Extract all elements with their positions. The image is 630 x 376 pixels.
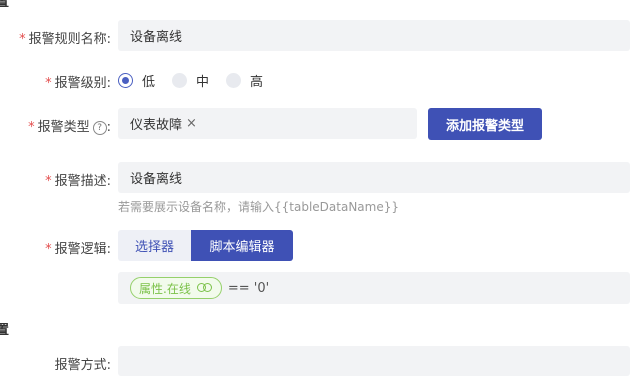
rule-name-input[interactable]: 设备离线 <box>118 20 630 51</box>
required-marker: * <box>45 76 52 91</box>
logic-mode-switch: 选择器 脚本编辑器 <box>118 230 293 261</box>
tag-close-icon[interactable]: × <box>186 116 197 131</box>
radio-checked-icon <box>118 73 133 88</box>
tab-script-editor[interactable]: 脚本编辑器 <box>191 230 293 261</box>
alarm-level-label: * 报警级别: <box>45 76 111 91</box>
alarm-type-label: * 报警类型?: <box>28 120 111 135</box>
level-radio-low[interactable]: 低 <box>118 71 155 90</box>
rule-name-label: * 报警规则名称: <box>19 32 111 47</box>
radio-unchecked-icon <box>226 73 241 88</box>
radio-unchecked-icon <box>172 73 187 88</box>
description-label: * 报警描述: <box>45 174 111 189</box>
level-radio-medium[interactable]: 中 <box>172 71 209 90</box>
expression-text: == '0' <box>227 280 270 296</box>
question-circle-icon[interactable]: ? <box>92 121 107 135</box>
required-marker: * <box>45 174 52 189</box>
alarm-method-input[interactable] <box>118 346 630 376</box>
add-alarm-type-button[interactable]: 添加报警类型 <box>428 108 542 140</box>
tab-selector[interactable]: 选择器 <box>118 230 191 261</box>
required-marker: * <box>19 32 26 47</box>
description-input[interactable]: 设备离线 <box>118 162 630 193</box>
section-title-fragment: 置 <box>0 323 10 338</box>
link-icon <box>196 283 213 293</box>
alarm-type-tag: 仪表故障 <box>130 118 183 133</box>
logic-expression-editor[interactable]: 属性.在线 == '0' <box>118 272 630 304</box>
level-radio-high[interactable]: 高 <box>226 71 263 90</box>
alarm-method-label: 报警方式: <box>54 358 111 373</box>
description-hint: 若需要展示设备名称，请输入{{tableDataName}} <box>118 200 399 214</box>
logic-label: * 报警逻辑: <box>45 242 111 257</box>
alarm-type-select[interactable]: 仪表故障 × <box>118 108 417 139</box>
required-marker: * <box>28 120 35 135</box>
attribute-pill[interactable]: 属性.在线 <box>130 277 222 299</box>
section-title-fragment: 置 <box>0 0 10 10</box>
required-marker: * <box>45 242 52 257</box>
